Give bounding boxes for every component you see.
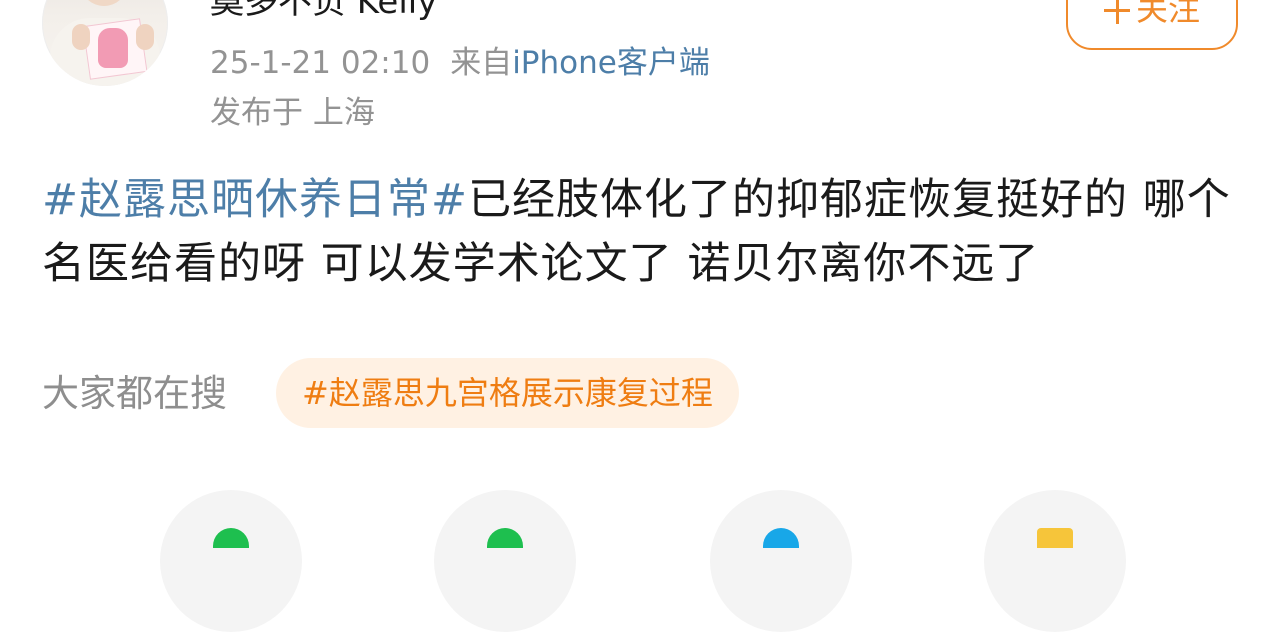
- favorite-icon: [1037, 528, 1073, 548]
- post-hashtag-link[interactable]: #赵露思晒休养日常#: [42, 175, 468, 225]
- share-wechat-moments-button[interactable]: [434, 490, 576, 632]
- avatar-hand-right: [136, 24, 154, 50]
- avatar-hand-left: [72, 24, 90, 50]
- follow-button-label: 关注: [1135, 0, 1200, 28]
- wechat-moments-icon: [487, 528, 523, 548]
- avatar-face: [80, 0, 128, 6]
- trending-topic-chip[interactable]: #赵露思九宫格展示康复过程: [276, 358, 739, 428]
- author-avatar[interactable]: [42, 0, 168, 86]
- plus-icon: [1103, 0, 1130, 24]
- share-wechat-session-button[interactable]: [160, 490, 302, 632]
- avatar-kitty-figure: [98, 28, 128, 68]
- follow-button[interactable]: 关注: [1066, 0, 1238, 50]
- author-name[interactable]: 奠多不负 Kelly: [210, 0, 437, 22]
- trending-label: 大家都在搜: [42, 372, 227, 415]
- source-prefix: 来自: [450, 45, 513, 81]
- post-meta: 25-1-21 02:10 来自iPhone客户端: [210, 44, 710, 82]
- source-client-link[interactable]: iPhone客户端: [512, 45, 710, 81]
- favorite-button[interactable]: [984, 490, 1126, 632]
- post-content: #赵露思晒休养日常#已经肢体化了的抑郁症恢复挺好的 哪个名医给看的呀 可以发学术…: [42, 168, 1242, 296]
- qq-icon: [763, 528, 799, 548]
- share-qq-button[interactable]: [710, 490, 852, 632]
- post-location: 发布于 上海: [210, 95, 375, 131]
- wechat-session-icon: [213, 528, 249, 548]
- post-timestamp: 25-1-21 02:10: [210, 45, 431, 81]
